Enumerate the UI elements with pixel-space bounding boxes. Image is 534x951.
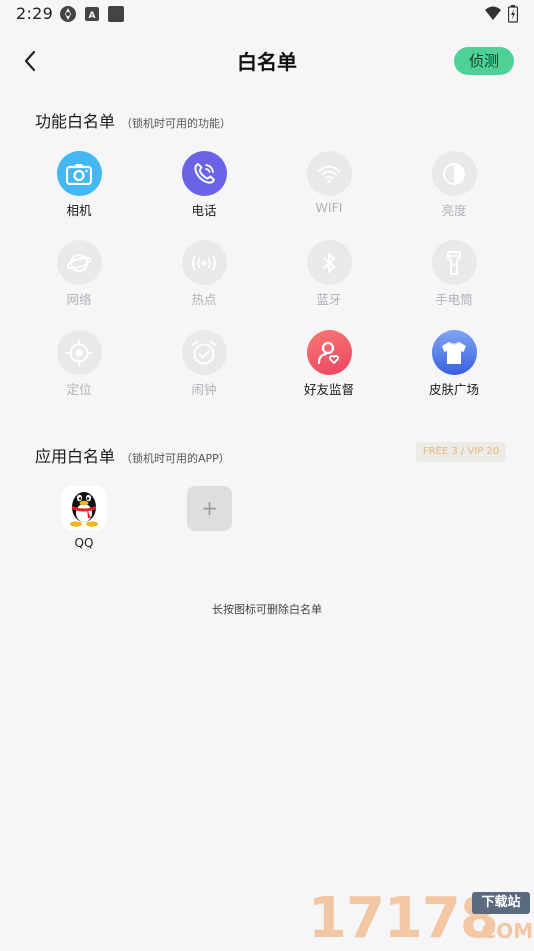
back-button[interactable] [16, 47, 44, 75]
app-section-title: 应用白名单 [35, 447, 116, 466]
battery-icon [507, 5, 519, 27]
watermark-domain: .COM [474, 919, 534, 943]
feature-label: WIFI [315, 200, 343, 215]
bluetooth-icon [306, 240, 352, 285]
app-section-header: 应用白名单 （锁机时可用的APP） [35, 443, 230, 467]
brightness-icon [431, 151, 477, 196]
detect-button[interactable]: 侦测 [454, 47, 514, 75]
watermark-digits: 17178 [308, 886, 499, 951]
feature-brightness[interactable]: 亮度 [409, 151, 499, 221]
square-icon [107, 5, 125, 27]
chevron-left-icon [24, 50, 36, 72]
wifi-icon [306, 151, 352, 196]
feature-label: 手电筒 [435, 292, 473, 307]
feature-label: 相机 [66, 203, 92, 218]
tshirt-icon [431, 330, 477, 375]
feature-label: 好友监督 [303, 382, 354, 397]
feature-label: 亮度 [441, 203, 467, 218]
feature-label: 网络 [66, 292, 92, 307]
feature-alarm[interactable]: 闹钟 [159, 330, 249, 400]
camera-icon [56, 151, 102, 196]
feature-location[interactable]: 定位 [34, 330, 124, 400]
feature-section-subtitle: （锁机时可用的功能） [121, 117, 232, 130]
app-item-qq[interactable]: QQ [54, 486, 114, 550]
watermark-logo: 17178 下载站 .COM [308, 888, 534, 950]
friend-icon [306, 330, 352, 375]
feature-wifi[interactable]: WIFI [284, 151, 374, 221]
status-time: 2:29 [16, 4, 54, 23]
feature-skin-plaza[interactable]: 皮肤广场 [409, 330, 499, 400]
feature-section-header: 功能白名单 （锁机时可用的功能） [35, 108, 231, 132]
phone-icon [181, 151, 227, 196]
hint-text: 长按图标可删除白名单 [212, 603, 322, 616]
planet-icon [56, 240, 102, 285]
qq-penguin-icon [62, 486, 106, 530]
feature-camera[interactable]: 相机 [34, 151, 124, 221]
feature-network[interactable]: 网络 [34, 240, 124, 310]
feature-label: 皮肤广场 [428, 382, 479, 397]
location-icon [56, 330, 102, 375]
feature-flashlight[interactable]: 手电筒 [409, 240, 499, 310]
feature-hotspot[interactable]: 热点 [159, 240, 249, 310]
feature-section-title: 功能白名单 [35, 112, 116, 131]
add-app-button[interactable]: + [187, 486, 232, 531]
feature-label: 热点 [191, 292, 217, 307]
status-bar: 2:29 A [0, 0, 534, 28]
a-icon: A [85, 5, 99, 27]
feature-friend-supervision[interactable]: 好友监督 [284, 330, 374, 400]
alarm-icon [181, 330, 227, 375]
feature-label: 蓝牙 [316, 292, 342, 307]
app-label: QQ [74, 536, 94, 550]
feature-label: 电话 [191, 203, 217, 218]
flashlight-icon [431, 240, 477, 285]
feature-label: 闹钟 [191, 382, 217, 397]
svg-text:A: A [89, 11, 96, 21]
app-section-subtitle: （锁机时可用的APP） [121, 452, 230, 465]
watermark-tag: 下载站 [472, 892, 530, 914]
feature-phone[interactable]: 电话 [159, 151, 249, 221]
wifi-icon [484, 5, 502, 25]
quota-badge: FREE 3 / VIP 20 [416, 442, 506, 462]
app-icon [59, 5, 77, 27]
feature-label: 定位 [66, 382, 92, 397]
feature-bluetooth[interactable]: 蓝牙 [284, 240, 374, 310]
hotspot-icon [181, 240, 227, 285]
